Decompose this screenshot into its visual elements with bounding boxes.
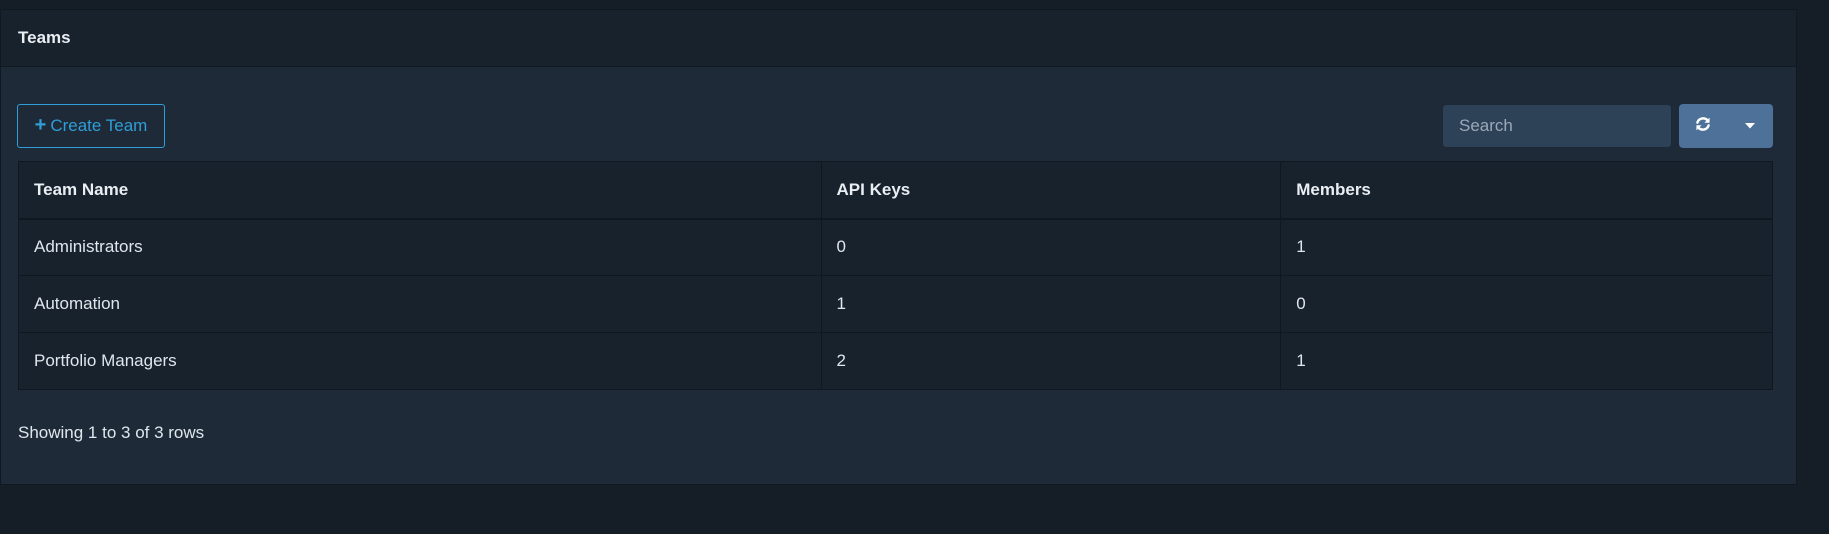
create-team-label: Create Team [50, 116, 148, 135]
table-row[interactable]: Portfolio Managers 2 1 [18, 332, 1773, 390]
create-team-button[interactable]: + Create Team [17, 104, 165, 148]
team-name-cell: Portfolio Managers [18, 332, 822, 390]
teams-table: Team Name API Keys Members Administrator… [18, 161, 1773, 390]
panel-header: Teams [1, 10, 1796, 67]
column-header-api-keys[interactable]: API Keys [820, 161, 1282, 220]
api-keys-cell: 1 [820, 275, 1282, 333]
table-row[interactable]: Administrators 0 1 [18, 218, 1773, 276]
page-title: Teams [18, 28, 71, 47]
api-keys-cell: 2 [820, 332, 1282, 390]
table-actions-group [1679, 104, 1773, 148]
plus-icon: + [34, 114, 47, 136]
api-keys-cell: 0 [820, 218, 1282, 276]
members-cell: 1 [1280, 218, 1773, 276]
columns-dropdown-button[interactable] [1727, 104, 1773, 148]
search-input[interactable] [1442, 104, 1672, 148]
members-cell: 1 [1280, 332, 1773, 390]
column-header-members[interactable]: Members [1280, 161, 1773, 220]
pagination-info: Showing 1 to 3 of 3 rows [18, 423, 205, 442]
teams-panel: Teams + Create Team Search Team Name API… [0, 9, 1797, 485]
column-header-team-name[interactable]: Team Name [18, 161, 822, 220]
table-header-row: Team Name API Keys Members [18, 161, 1773, 220]
caret-down-icon [1744, 117, 1756, 135]
team-name-cell: Administrators [18, 218, 822, 276]
team-name-cell: Automation [18, 275, 822, 333]
members-cell: 0 [1280, 275, 1773, 333]
refresh-button[interactable] [1679, 104, 1727, 148]
refresh-icon [1694, 115, 1712, 138]
table-row[interactable]: Automation 1 0 [18, 275, 1773, 333]
